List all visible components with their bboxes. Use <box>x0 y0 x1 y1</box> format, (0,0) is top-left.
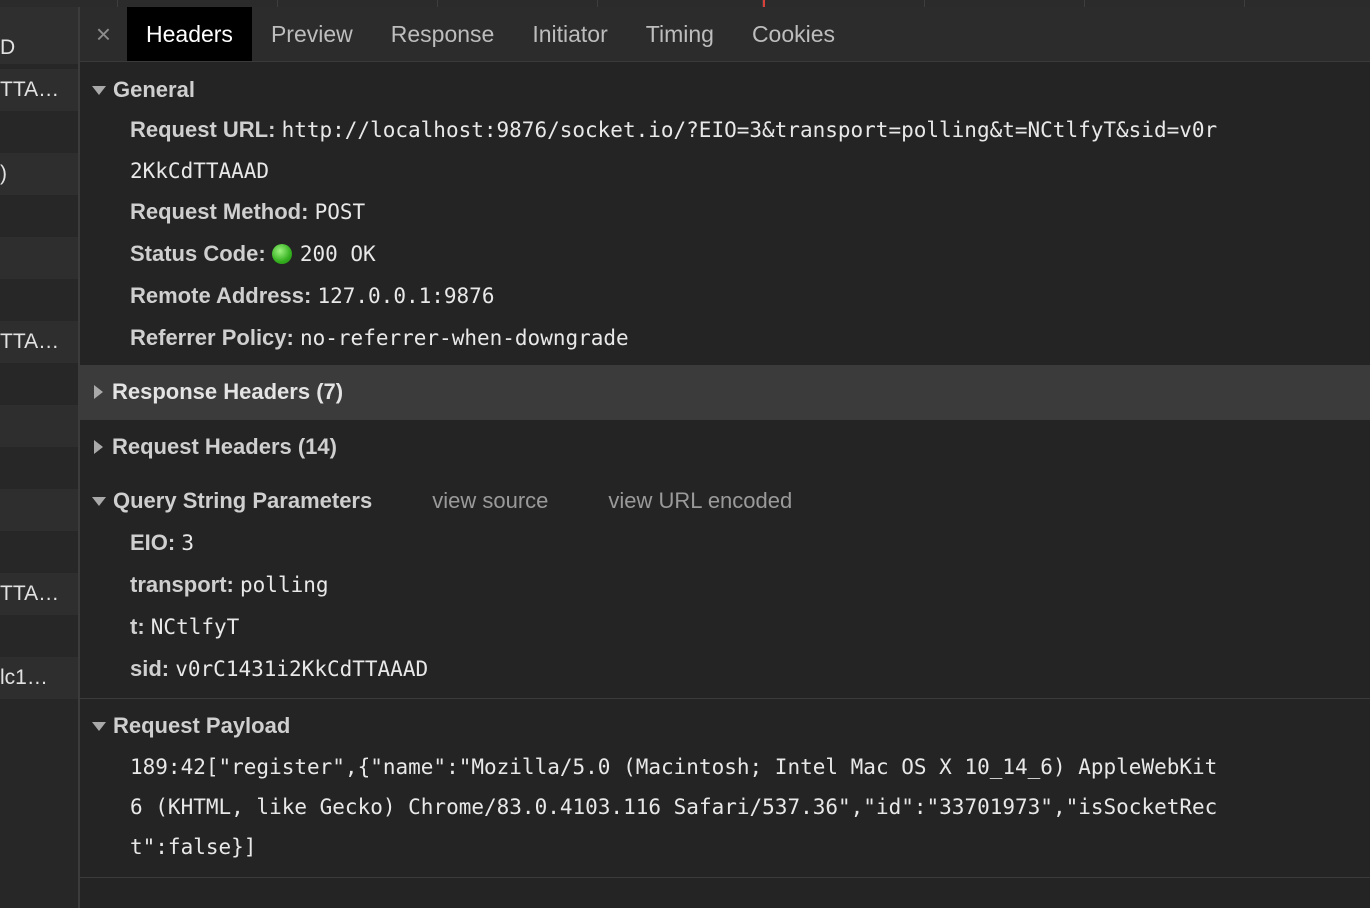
tab-response[interactable]: Response <box>372 7 514 61</box>
request-method-row: Request Method: POST <box>80 191 1370 233</box>
payload-line: 189:42["register",{"name":"Mozilla/5.0 (… <box>130 755 1218 779</box>
referrer-policy-label: Referrer Policy: <box>130 325 294 350</box>
section-title: Request Headers (14) <box>112 434 337 459</box>
top-segment <box>0 0 118 7</box>
triangle-down-icon <box>92 721 106 731</box>
view-url-encoded-link[interactable]: view URL encoded <box>608 488 792 514</box>
query-param-row: EIO: 3 <box>80 522 1370 564</box>
request-list[interactable]: D TTA… ) TTA… TTA… lc1… <box>0 7 78 908</box>
top-segment <box>598 0 763 7</box>
section-title: Query String Parameters <box>113 488 373 513</box>
request-payload-toggle[interactable]: Request Payload <box>80 699 1370 753</box>
param-value: 3 <box>181 531 195 555</box>
query-string-toggle[interactable]: Query String Parameters view source view… <box>80 474 1370 528</box>
payload-line: 6 (KHTML, like Gecko) Chrome/83.0.4103.1… <box>130 795 1218 819</box>
request-row[interactable] <box>0 699 78 741</box>
request-row[interactable] <box>0 405 78 447</box>
section-divider <box>80 877 1370 878</box>
request-method-value: POST <box>314 200 366 224</box>
request-url-value: http://localhost:9876/socket.io/?EIO=3&t… <box>281 118 1218 142</box>
request-row[interactable] <box>0 447 78 489</box>
tab-cookies[interactable]: Cookies <box>733 7 854 61</box>
request-row[interactable] <box>0 111 78 153</box>
section-title: Request Payload <box>113 713 291 738</box>
triangle-right-icon <box>94 385 103 399</box>
query-param-row: sid: v0rC1431i2KkCdTTAAAD <box>80 648 1370 690</box>
request-row[interactable] <box>0 279 78 321</box>
top-strip <box>0 0 1370 7</box>
status-code-value: 200 OK <box>299 242 376 266</box>
tab-timing[interactable]: Timing <box>627 7 733 61</box>
param-value: polling <box>240 573 329 597</box>
status-code-row: Status Code: 200 OK <box>80 233 1370 275</box>
triangle-down-icon <box>92 85 106 95</box>
timeline-marker <box>763 0 765 7</box>
param-key: sid: <box>130 656 170 681</box>
payload-line: t":false}] <box>130 835 257 859</box>
referrer-policy-value: no-referrer-when-downgrade <box>299 326 629 350</box>
request-row[interactable] <box>0 489 78 531</box>
query-param-row: transport: polling <box>80 564 1370 606</box>
tab-initiator[interactable]: Initiator <box>513 7 626 61</box>
top-segment <box>278 0 438 7</box>
param-value: v0rC1431i2KkCdTTAAAD <box>175 657 429 681</box>
close-icon[interactable]: × <box>80 7 127 61</box>
request-row[interactable] <box>0 237 78 279</box>
request-row[interactable]: TTA… <box>0 573 78 615</box>
referrer-policy-row: Referrer Policy: no-referrer-when-downgr… <box>80 317 1370 359</box>
view-source-link[interactable]: view source <box>432 488 548 514</box>
request-method-label: Request Method: <box>130 199 309 224</box>
param-key: EIO: <box>130 530 176 555</box>
request-row[interactable] <box>0 531 78 573</box>
top-segment <box>925 0 1085 7</box>
request-row[interactable]: TTA… <box>0 321 78 363</box>
top-segment <box>1085 0 1245 7</box>
query-param-row: t: NCtlfyT <box>80 606 1370 648</box>
details-tab-bar: × Headers Preview Response Initiator Tim… <box>80 7 1370 62</box>
section-title: Response Headers (7) <box>112 379 344 404</box>
request-url-label: Request URL: <box>130 117 276 142</box>
param-key: t: <box>130 614 145 639</box>
request-row[interactable] <box>0 615 78 657</box>
request-url-row: Request URL: http://localhost:9876/socke… <box>80 109 1370 151</box>
request-row[interactable] <box>0 195 78 237</box>
remote-address-row: Remote Address: 127.0.0.1:9876 <box>80 275 1370 317</box>
request-headers-toggle[interactable]: Request Headers (14) <box>80 420 1370 474</box>
top-segment <box>438 0 598 7</box>
top-segment <box>118 0 278 7</box>
triangle-down-icon <box>92 496 106 506</box>
status-ok-icon <box>271 244 292 264</box>
request-row[interactable] <box>0 363 78 405</box>
top-segment <box>765 0 925 7</box>
param-value: NCtlfyT <box>150 615 240 639</box>
tab-headers[interactable]: Headers <box>127 7 252 61</box>
param-key: transport: <box>130 572 234 597</box>
request-row[interactable]: TTA… <box>0 69 78 111</box>
response-headers-toggle[interactable]: Response Headers (7) <box>80 365 1370 419</box>
remote-address-value: 127.0.0.1:9876 <box>317 284 495 308</box>
section-title: General <box>113 77 195 102</box>
request-row[interactable]: D <box>0 27 78 69</box>
triangle-right-icon <box>94 440 103 454</box>
request-row[interactable]: lc1… <box>0 657 78 699</box>
status-code-label: Status Code: <box>130 241 266 266</box>
request-details-panel: × Headers Preview Response Initiator Tim… <box>80 7 1370 908</box>
request-row[interactable]: ) <box>0 153 78 195</box>
tab-preview[interactable]: Preview <box>252 7 372 61</box>
request-url-continuation: 2KkCdTTAAAD <box>130 159 270 183</box>
headers-content: General Request URL: http://localhost:98… <box>80 63 1370 878</box>
remote-address-label: Remote Address: <box>130 283 312 308</box>
